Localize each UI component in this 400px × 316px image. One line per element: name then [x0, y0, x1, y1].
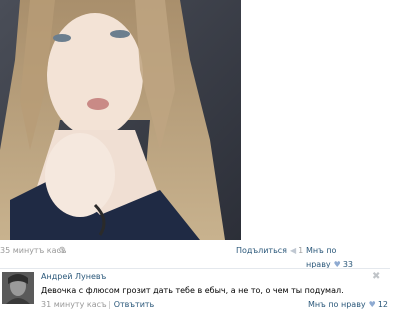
share-button[interactable]: Подълиться ◀ 1 [236, 244, 303, 258]
post-photo[interactable] [0, 0, 241, 240]
avatar[interactable] [2, 272, 34, 304]
megaphone-icon: ◀ [290, 246, 297, 255]
comment-time[interactable]: 31 минуту касъ [41, 300, 107, 309]
comment-like-count: 12 [377, 300, 389, 309]
close-icon[interactable]: ✖ [372, 271, 380, 282]
avatar-image [2, 272, 34, 304]
like-label: Мнъ по нраву [306, 246, 337, 269]
comment-item: Андрей Луневъ Девочка с флюсом грозит да… [0, 268, 390, 315]
portrait-image [0, 0, 241, 240]
post-time[interactable]: 35 минутъ касъ [0, 244, 67, 258]
comment-like-button[interactable]: Мнъ по нраву ♥ 12 [308, 300, 388, 309]
gear-icon[interactable]: ⚙ [58, 244, 66, 258]
separator: | [108, 300, 111, 309]
reply-label: Отвътить [113, 300, 155, 309]
post-meta: 35 минутъ касъ ⚙ Подълиться ◀ 1 Мнъ по нра… [0, 244, 378, 269]
comment-author[interactable]: Андрей Луневъ [41, 272, 106, 281]
share-label: Подълиться [236, 246, 287, 255]
comment-like-label: Мнъ по нраву [308, 300, 366, 309]
comment-text: Девочка с флюсом грозит дать тебе в ебыч… [41, 286, 344, 295]
share-count: 1 [298, 246, 304, 255]
heart-icon: ♥ [368, 300, 376, 309]
reply-button[interactable]: | Отвътить [108, 300, 154, 309]
